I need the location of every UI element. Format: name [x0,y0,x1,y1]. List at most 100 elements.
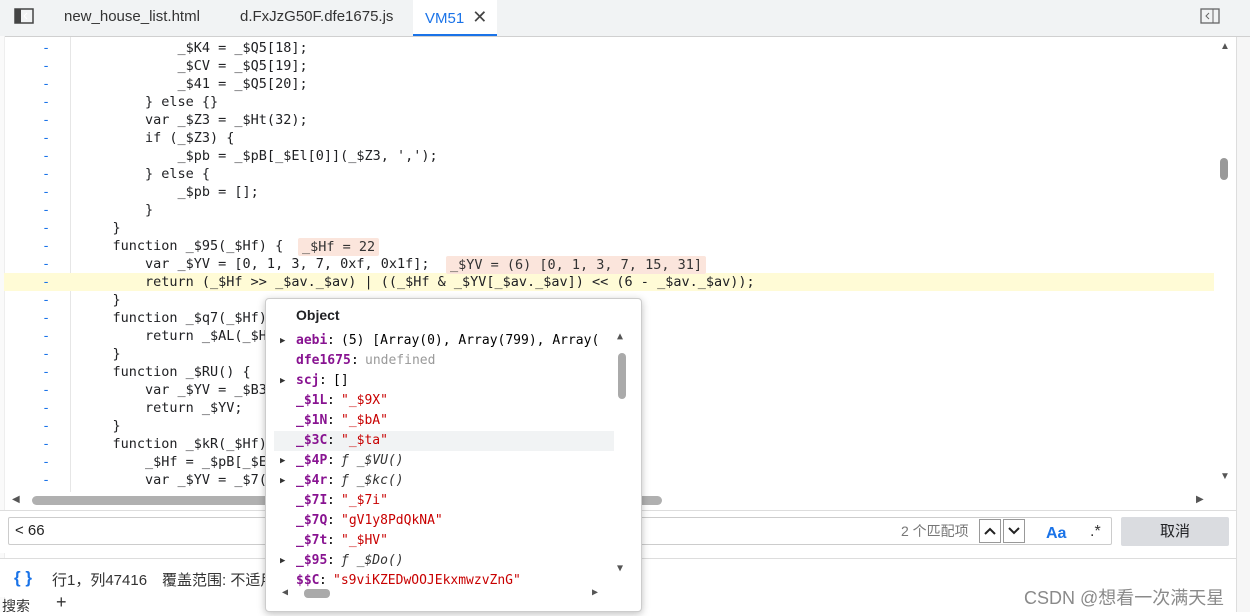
regex-toggle[interactable]: .* [1090,523,1101,541]
object-property[interactable]: _$7Q: "gV1y8PdQkNA" [274,511,614,531]
object-property[interactable]: ▶ _$4P: ƒ _$VU() [274,451,614,471]
line-gutter-marker[interactable]: - [42,165,50,183]
object-property[interactable]: ▶ _$95: ƒ _$Do() [274,551,614,571]
match-case-toggle[interactable]: Aa [1046,525,1066,543]
search-query: < 66 [15,522,45,539]
scroll-thumb[interactable] [304,589,330,598]
line-gutter-marker[interactable]: - [42,345,50,363]
line-gutter-marker[interactable]: - [42,417,50,435]
code-line[interactable]: - _$pb = _$pB[_$El[0]](_$Z3, ','); [4,147,1214,165]
expand-triangle-icon[interactable]: ▶ [280,471,285,491]
line-gutter-marker[interactable]: - [42,255,50,273]
line-gutter-marker[interactable]: - [42,381,50,399]
code-line[interactable]: - } [4,219,1214,237]
expand-triangle-icon[interactable]: ▶ [280,331,285,351]
toggle-debugger-icon[interactable] [1200,8,1220,26]
code-text: } [80,292,121,308]
line-gutter-marker[interactable]: - [42,93,50,111]
scroll-down-arrow[interactable]: ▼ [1220,471,1230,482]
tab-vm51[interactable]: VM51 ✕ [413,0,497,36]
line-gutter-marker[interactable]: - [42,111,50,129]
code-text: var _$YV = [0, 1, 3, 7, 0xf, 0x1f]; [80,256,430,272]
line-gutter-marker[interactable]: - [42,471,50,489]
popover-horizontal-scrollbar[interactable]: ◀ ▶ [274,586,614,600]
line-gutter-marker[interactable]: - [42,57,50,75]
line-gutter-marker[interactable]: - [42,435,50,453]
property-colon: : [327,433,335,448]
search-tab[interactable]: 搜索 [2,596,30,616]
object-property[interactable]: _$7t: "_$HV" [274,531,614,551]
code-line[interactable]: - return (_$Hf >> _$av._$av) | ((_$Hf & … [4,273,1214,291]
scroll-thumb[interactable] [1220,158,1228,180]
scroll-thumb[interactable] [618,353,626,399]
cursor-position: 行1，列47416 [52,572,148,589]
tab-new-house-list[interactable]: new_house_list.html [52,0,212,36]
code-line[interactable]: - _$41 = _$Q5[20]; [4,75,1214,93]
line-gutter-marker[interactable]: - [42,291,50,309]
code-line[interactable]: - function _$95(_$Hf) { [4,237,1214,255]
line-gutter-marker[interactable]: - [42,453,50,471]
code-text: _$41 = _$Q5[20]; [80,76,308,92]
watermark: CSDN @想看一次满天星 [1024,588,1225,608]
popover-vertical-scrollbar[interactable]: ▲ ▼ [615,331,629,577]
object-property[interactable]: ▶ scj: [] [274,371,614,391]
scroll-right-arrow[interactable]: ▶ [592,587,598,598]
code-text: function _$q7(_$Hf) { [80,310,284,326]
expand-triangle-icon[interactable]: ▶ [280,451,285,471]
pretty-print-button[interactable]: { } [14,568,32,588]
expand-triangle-icon[interactable]: ▶ [280,371,285,391]
next-match-button[interactable] [1003,519,1025,543]
code-text: } else {} [80,94,219,110]
object-property[interactable]: _$1L: "_$9X" [274,391,614,411]
code-line[interactable]: - if (_$Z3) { [4,129,1214,147]
line-gutter-marker[interactable]: - [42,399,50,417]
expand-triangle-icon[interactable]: ▶ [280,551,285,571]
scroll-up-arrow[interactable]: ▲ [617,331,623,342]
code-line[interactable]: - } [4,201,1214,219]
code-line[interactable]: - _$pb = []; [4,183,1214,201]
close-icon[interactable]: ✕ [472,7,487,27]
line-gutter-marker[interactable]: - [42,219,50,237]
code-line[interactable]: - var _$Z3 = _$Ht(32); [4,111,1214,129]
tab-label: VM51 [425,10,465,27]
property-value: undefined [365,353,436,368]
line-gutter-marker[interactable]: - [42,129,50,147]
object-property[interactable]: _$1N: "_$bA" [274,411,614,431]
code-line[interactable]: - } else { [4,165,1214,183]
cancel-button[interactable]: 取消 [1121,517,1229,546]
code-vertical-scrollbar[interactable]: ▲ ▼ [1216,37,1234,492]
scroll-down-arrow[interactable]: ▼ [617,563,623,574]
code-line[interactable]: - _$CV = _$Q5[19]; [4,57,1214,75]
tab-dfe1675-js[interactable]: d.FxJzG50F.dfe1675.js [228,0,405,36]
scroll-left-arrow[interactable]: ◀ [12,494,20,505]
previous-match-button[interactable] [979,519,1001,543]
object-property[interactable]: ▶ aebi: (5) [Array(0), Array(799), Array( [274,331,614,351]
line-gutter-marker[interactable]: - [42,183,50,201]
line-gutter-marker[interactable]: - [42,309,50,327]
object-property[interactable]: _$3C: "_$ta" [274,431,614,451]
line-gutter-marker[interactable]: - [42,273,50,291]
line-gutter-marker[interactable]: - [42,201,50,219]
property-value: "_$7i" [341,493,388,508]
line-gutter-marker[interactable]: - [42,363,50,381]
scroll-right-arrow[interactable]: ▶ [1196,494,1204,505]
object-preview-popover[interactable]: Object ▶ aebi: (5) [Array(0), Array(799), … [265,298,642,612]
code-line[interactable]: - } else {} [4,93,1214,111]
toggle-navigator-icon[interactable] [14,8,34,26]
line-gutter-marker[interactable]: - [42,75,50,93]
line-gutter-marker[interactable]: - [42,327,50,345]
object-property[interactable]: ▶ _$4r: ƒ _$kc() [274,471,614,491]
line-gutter-marker[interactable]: - [42,147,50,165]
object-property[interactable]: _$7I: "_$7i" [274,491,614,511]
scroll-left-arrow[interactable]: ◀ [282,587,288,598]
code-text: _$CV = _$Q5[19]; [80,58,308,74]
line-gutter-marker[interactable]: - [42,39,50,57]
property-key: _$1L [296,393,328,408]
property-value: [] [333,373,349,388]
line-gutter-marker[interactable]: - [42,237,50,255]
object-property[interactable]: dfe1675: undefined [274,351,614,371]
code-line[interactable]: - _$K4 = _$Q5[18]; [4,39,1214,57]
add-tab-button[interactable]: + [56,592,67,613]
property-value: ƒ _$VU() [341,453,404,468]
scroll-up-arrow[interactable]: ▲ [1220,41,1230,52]
